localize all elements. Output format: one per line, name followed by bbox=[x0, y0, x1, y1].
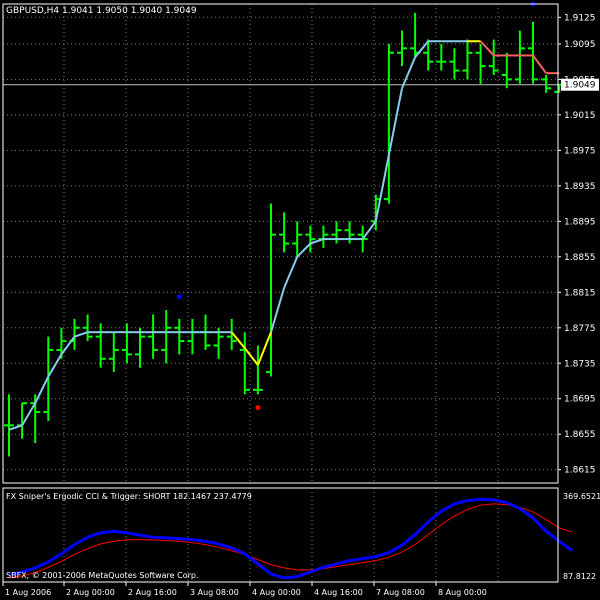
ma-segment bbox=[387, 88, 403, 155]
ma-segment bbox=[374, 154, 390, 222]
price-tick-label: 1.8615 bbox=[564, 466, 596, 476]
price-bar bbox=[344, 221, 355, 244]
time-tick-label: 1 Aug 2006 bbox=[5, 588, 51, 597]
price-bar bbox=[383, 43, 394, 204]
ma-segment bbox=[34, 376, 50, 404]
ma-segment bbox=[401, 56, 417, 89]
time-tick-label: 7 Aug 08:00 bbox=[376, 588, 425, 597]
ma-segment bbox=[532, 54, 547, 74]
price-bar bbox=[541, 74, 552, 93]
cci-line bbox=[8, 497, 574, 580]
chart-window[interactable]: 1.91251.90951.90551.90151.89751.89351.88… bbox=[0, 0, 600, 600]
ma-segment bbox=[479, 40, 495, 57]
price-series bbox=[4, 1, 565, 457]
ma-segment bbox=[256, 331, 272, 366]
indicator-panel-border bbox=[2, 487, 559, 583]
price-tick-label: 1.8855 bbox=[564, 253, 596, 263]
price-bar bbox=[331, 221, 342, 244]
price-bar bbox=[4, 394, 14, 457]
price-bar bbox=[95, 323, 106, 368]
price-tick-label: 1.8815 bbox=[564, 288, 596, 298]
price-bar bbox=[436, 43, 447, 71]
price-bar bbox=[514, 30, 525, 84]
price-tick-label: 1.9015 bbox=[564, 111, 596, 121]
ma-segment bbox=[60, 336, 76, 355]
price-bar bbox=[161, 310, 172, 364]
price-tick-label: 1.8895 bbox=[564, 217, 596, 227]
indicator-grid bbox=[2, 488, 499, 582]
price-bar bbox=[488, 39, 499, 75]
price-bar bbox=[187, 318, 198, 355]
indicator-series bbox=[8, 497, 574, 580]
ma-segment bbox=[47, 353, 63, 378]
price-bar bbox=[148, 314, 159, 359]
price-bar bbox=[239, 332, 250, 395]
chart-header: GBPUSD,H4 1.9041 1.9050 1.9040 1.9049 bbox=[6, 6, 197, 16]
price-bar bbox=[501, 52, 512, 89]
indicator-scale-top: 369.6521 bbox=[563, 492, 600, 501]
price-panel-border bbox=[2, 3, 559, 484]
price-tick-label: 1.8975 bbox=[564, 146, 596, 156]
indicator-scale-bottom: 87.8122 bbox=[563, 572, 596, 581]
ma-segment bbox=[283, 256, 299, 289]
price-tick-label: 1.9125 bbox=[564, 13, 596, 23]
axes: 1.91251.90951.90551.90151.89751.89351.88… bbox=[2, 3, 599, 597]
trigger-line bbox=[8, 503, 573, 579]
current-price-label: 1.9049 bbox=[564, 81, 596, 91]
price-bar bbox=[475, 43, 486, 84]
ma-segment bbox=[270, 287, 286, 333]
price-tick-label: 1.8935 bbox=[564, 182, 596, 192]
copyright-label: SBFX, © 2001-2006 MetaQuotes Software Co… bbox=[6, 571, 199, 580]
time-tick-label: 4 Aug 00:00 bbox=[252, 588, 301, 597]
price-bar bbox=[449, 48, 460, 80]
price-bar bbox=[279, 212, 290, 253]
price-bar bbox=[108, 332, 119, 373]
price-tick-label: 1.8735 bbox=[564, 359, 596, 369]
price-bar bbox=[462, 39, 473, 80]
price-tick-label: 1.9095 bbox=[564, 40, 596, 50]
time-tick-label: 3 Aug 08:00 bbox=[190, 588, 239, 597]
ma-segment bbox=[244, 347, 259, 366]
time-tick-label: 2 Aug 00:00 bbox=[66, 588, 115, 597]
price-bar bbox=[528, 21, 538, 84]
price-bar bbox=[174, 318, 185, 355]
ma-segment bbox=[21, 402, 37, 426]
price-bar bbox=[397, 30, 407, 67]
price-tick-label: 1.8655 bbox=[564, 430, 596, 440]
ma-segment bbox=[74, 331, 88, 338]
signal-up-dot bbox=[176, 294, 182, 300]
ma-segment bbox=[414, 40, 429, 58]
time-tick-label: 4 Aug 16:00 bbox=[314, 588, 363, 597]
signal-down-dot bbox=[255, 405, 261, 411]
price-tick-label: 1.8695 bbox=[564, 395, 596, 405]
indicator-title: FX Sniper's Ergodic CCI & Trigger: SHORT… bbox=[6, 492, 252, 501]
time-tick-label: 2 Aug 16:00 bbox=[128, 588, 177, 597]
price-bar bbox=[410, 12, 421, 58]
price-bar bbox=[266, 203, 276, 377]
price-bar bbox=[252, 345, 263, 395]
price-bar bbox=[318, 225, 329, 248]
price-bar bbox=[135, 327, 145, 368]
time-tick-label: 8 Aug 00:00 bbox=[438, 588, 487, 597]
ma-segment bbox=[296, 242, 312, 258]
price-bar bbox=[226, 318, 237, 350]
price-grid bbox=[2, 4, 558, 483]
price-bar bbox=[121, 323, 132, 364]
price-bar bbox=[292, 221, 303, 257]
price-tick-label: 1.8775 bbox=[564, 324, 596, 334]
